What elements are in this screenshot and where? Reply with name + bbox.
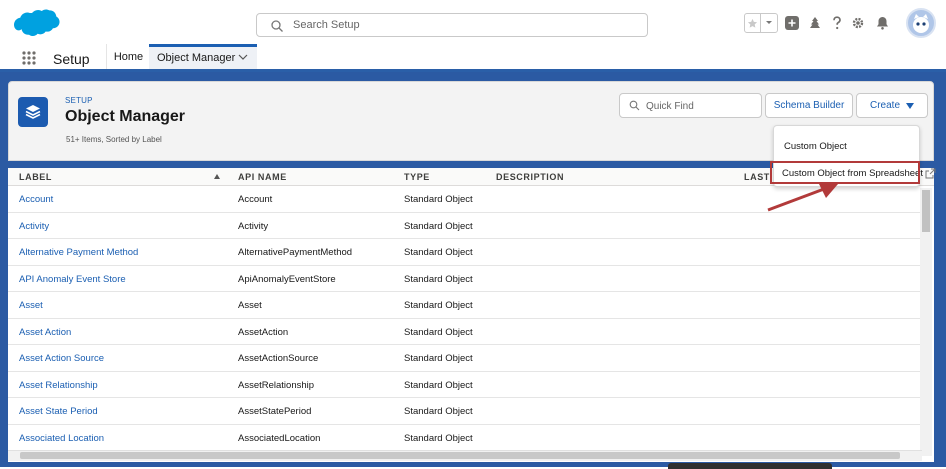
table-row: Alternative Payment Method AlternativePa…	[8, 239, 920, 266]
table-row: Asset Relationship AssetRelationship Sta…	[8, 372, 920, 398]
object-type: Standard Object	[404, 353, 473, 364]
tab-home[interactable]: Home	[106, 44, 150, 69]
object-type: Standard Object	[404, 406, 473, 417]
object-type: Standard Object	[404, 300, 473, 311]
favorites-dropdown-icon[interactable]	[761, 14, 777, 32]
object-api-name: AssetStatePeriod	[238, 406, 312, 417]
object-label-link[interactable]: Asset Action	[19, 327, 71, 338]
object-label-link[interactable]: Alternative Payment Method	[19, 247, 138, 258]
global-header	[0, 0, 946, 44]
create-button[interactable]: Create	[856, 93, 928, 118]
column-header-label[interactable]: LABEL	[19, 172, 52, 182]
column-header-description[interactable]: DESCRIPTION	[496, 172, 564, 182]
search-icon	[271, 20, 283, 32]
help-icon[interactable]	[830, 13, 844, 33]
sort-ascending-icon[interactable]	[214, 174, 220, 179]
object-label-link[interactable]: Asset	[19, 300, 43, 311]
table-row: Asset Action AssetAction Standard Object	[8, 319, 920, 345]
horizontal-scrollbar-thumb[interactable]	[20, 452, 900, 459]
app-launcher-icon[interactable]	[22, 51, 36, 65]
item-count-text: 51+ Items, Sorted by Label	[66, 135, 162, 144]
object-label-link[interactable]: Activity	[19, 221, 49, 232]
search-setup-input[interactable]	[291, 16, 631, 34]
create-button-label: Create	[869, 100, 900, 111]
object-api-name: Activity	[238, 220, 269, 232]
external-link-icon	[925, 168, 936, 179]
object-type: Standard Object	[404, 379, 473, 391]
object-type: Standard Object	[404, 220, 473, 232]
salesforce-logo[interactable]	[12, 8, 60, 40]
object-label-link[interactable]: Asset Relationship	[19, 380, 98, 391]
app-name: Setup	[53, 51, 90, 67]
table-row: Asset Action Source AssetActionSource St…	[8, 345, 920, 372]
object-manager-icon	[18, 97, 48, 127]
object-label-link[interactable]: Associated Location	[19, 433, 104, 444]
object-api-name: AssociatedLocation	[238, 432, 321, 444]
caret-down-icon	[906, 102, 914, 109]
setup-gear-icon[interactable]	[850, 13, 866, 33]
tab-object-manager[interactable]: Object Manager	[149, 44, 257, 69]
favorites-star-icon[interactable]	[745, 14, 761, 32]
quick-find-input[interactable]	[644, 98, 754, 114]
object-type: Standard Object	[404, 194, 473, 205]
search-setup-box[interactable]	[256, 13, 648, 37]
object-api-name: Account	[238, 194, 273, 205]
quick-find-box[interactable]	[619, 93, 762, 118]
chevron-down-icon[interactable]	[238, 53, 248, 61]
object-api-name: AssetRelationship	[238, 379, 315, 391]
object-api-name: AssetActionSource	[238, 353, 319, 364]
object-label-link[interactable]: Account	[19, 194, 53, 205]
trailhead-guidance-icon[interactable]	[806, 13, 824, 33]
column-header-type[interactable]: TYPE	[404, 172, 430, 182]
tab-object-manager-label: Object Manager	[157, 52, 236, 64]
global-actions-icon[interactable]	[784, 13, 800, 33]
object-api-name: AssetAction	[238, 326, 289, 338]
object-type: Standard Object	[404, 273, 473, 285]
bottom-dock-bar	[668, 463, 832, 469]
context-bar: Setup Home Object Manager	[0, 44, 946, 72]
object-label-link[interactable]: Asset Action Source	[19, 353, 104, 364]
object-api-name: ApiAnomalyEventStore	[238, 273, 336, 285]
object-label-link[interactable]: API Anomaly Event Store	[19, 274, 126, 285]
schema-builder-button[interactable]: Schema Builder	[765, 93, 853, 118]
object-type: Standard Object	[404, 326, 473, 338]
menu-item-custom-object[interactable]: Custom Object	[784, 141, 847, 152]
table-row: API Anomaly Event Store ApiAnomalyEventS…	[8, 266, 920, 292]
column-header-api-name[interactable]: API NAME	[238, 172, 287, 182]
search-icon	[629, 100, 640, 111]
user-avatar[interactable]	[906, 8, 936, 38]
annotation-arrow	[767, 182, 838, 212]
notifications-bell-icon[interactable]	[874, 13, 890, 33]
object-api-name: AlternativePaymentMethod	[238, 247, 353, 258]
table-row: Asset Asset Standard Object	[8, 292, 920, 319]
vertical-scrollbar-thumb[interactable]	[922, 190, 930, 232]
object-label-link[interactable]: Asset State Period	[19, 406, 98, 417]
table-row: Associated Location AssociatedLocation S…	[8, 425, 920, 451]
breadcrumb[interactable]: SETUP	[65, 96, 93, 105]
object-type: Standard Object	[404, 432, 473, 444]
favorites-group[interactable]	[744, 13, 778, 33]
object-api-name: Asset	[238, 300, 262, 311]
page-title: Object Manager	[65, 108, 186, 125]
table-row: Asset State Period AssetStatePeriod Stan…	[8, 398, 920, 425]
object-type: Standard Object	[404, 247, 473, 258]
